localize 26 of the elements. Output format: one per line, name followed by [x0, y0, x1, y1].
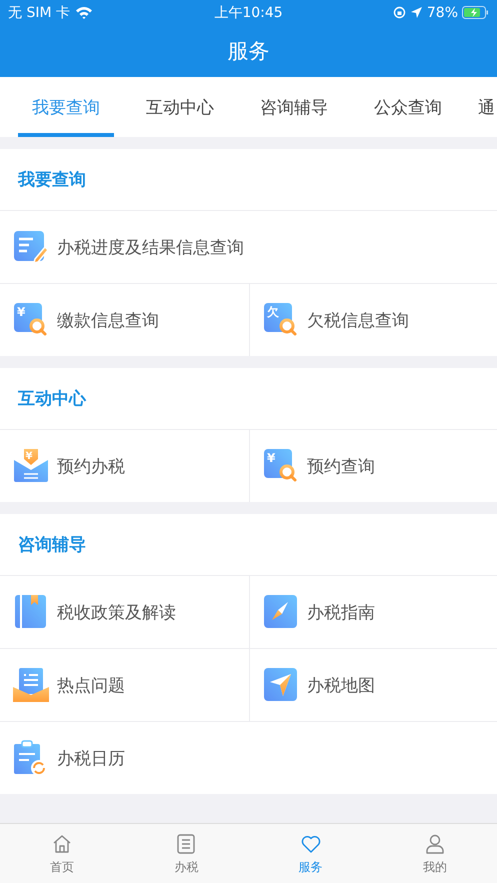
section-title: 咨询辅导: [18, 534, 86, 556]
section-title: 互动中心: [18, 388, 86, 410]
nav-tab[interactable]: 我的: [372, 824, 497, 883]
document-pencil-icon: [13, 229, 49, 265]
paper-plane-icon: [263, 667, 299, 703]
document-list-icon: [175, 833, 198, 855]
tab[interactable]: 咨询辅导: [246, 77, 342, 137]
nav-tab[interactable]: 首页: [0, 824, 124, 883]
battery-icon: [462, 6, 489, 19]
nav-tab[interactable]: 办税: [124, 824, 248, 883]
person-icon: [424, 833, 446, 855]
battery-percent: 78%: [426, 4, 458, 20]
book-icon: [13, 594, 49, 630]
wifi-icon: [75, 6, 93, 19]
clock-time: 上午10:45: [214, 5, 283, 21]
location-arrow-icon: [410, 6, 423, 19]
tab[interactable]: 通: [474, 77, 497, 137]
carrier-label: 无 SIM 卡: [8, 4, 70, 22]
rotation-lock-icon: [392, 6, 406, 19]
compass-icon: [263, 594, 299, 630]
heart-icon: [300, 833, 322, 855]
section-title: 我要查询: [18, 169, 86, 191]
tab[interactable]: 公众查询: [360, 77, 456, 137]
page-title: 服务: [228, 38, 270, 65]
envelope-list-icon: [13, 667, 49, 703]
tab[interactable]: 互动中心: [132, 77, 228, 137]
